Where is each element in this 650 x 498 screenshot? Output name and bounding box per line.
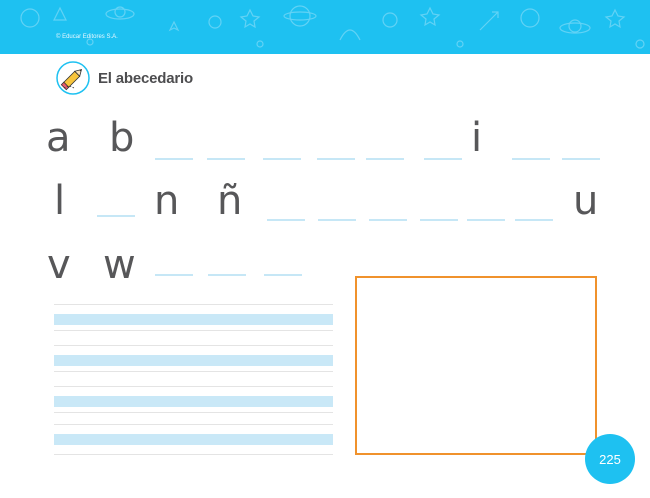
letter-blank[interactable] — [420, 219, 458, 221]
guide-band — [54, 396, 333, 407]
letter-blank[interactable] — [369, 219, 407, 221]
letter-blank[interactable] — [264, 274, 302, 276]
letter-blank[interactable] — [155, 158, 193, 160]
page-title: El abecedario — [98, 69, 193, 87]
letter-v: v — [47, 242, 71, 288]
guide-band — [54, 314, 333, 325]
guide-band — [54, 434, 333, 445]
guide-band — [54, 355, 333, 366]
letter-blank[interactable] — [366, 158, 404, 160]
letter-blank[interactable] — [208, 274, 246, 276]
guide-line — [54, 304, 333, 305]
letter-i: i — [471, 115, 483, 161]
letter-blank[interactable] — [467, 219, 505, 221]
guide-line — [54, 386, 333, 387]
copyright-text: © Educar Editores S.A. — [56, 34, 118, 40]
letter-blank[interactable] — [318, 219, 356, 221]
letter-blank[interactable] — [515, 219, 553, 221]
letter-blank[interactable] — [562, 158, 600, 160]
letter-blank[interactable] — [317, 158, 355, 160]
guide-line — [54, 424, 333, 425]
letter-blank[interactable] — [155, 274, 193, 276]
letter-b: b — [109, 115, 135, 161]
letter-blank[interactable] — [267, 219, 305, 221]
letter-n: n — [154, 178, 180, 224]
page-number: 225 — [585, 434, 635, 484]
letter-l: l — [54, 178, 66, 224]
guide-line — [54, 412, 333, 413]
letter-blank[interactable] — [207, 158, 245, 160]
section-title: El abecedario — [56, 60, 193, 96]
letter-blank[interactable] — [424, 158, 462, 160]
letter-enye: ñ — [217, 178, 243, 224]
drawing-box[interactable] — [355, 276, 597, 455]
guide-line — [54, 371, 333, 372]
header-banner: © Educar Editores S.A. — [0, 0, 650, 54]
letter-blank[interactable] — [97, 215, 135, 217]
letter-w: w — [103, 242, 136, 288]
letter-u: u — [573, 178, 599, 224]
letter-blank[interactable] — [512, 158, 550, 160]
pencil-icon — [56, 61, 90, 95]
guide-line — [54, 454, 333, 455]
guide-line — [54, 345, 333, 346]
space-pattern-decoration — [20, 5, 645, 49]
guide-line — [54, 330, 333, 331]
letter-blank[interactable] — [263, 158, 301, 160]
letter-a: a — [46, 115, 71, 161]
